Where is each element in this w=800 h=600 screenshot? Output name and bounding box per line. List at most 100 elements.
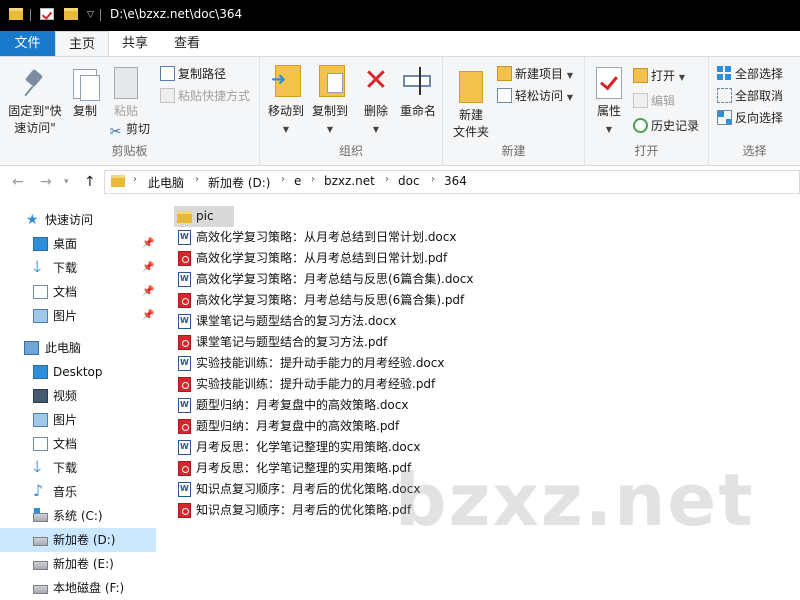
properties-quick-icon[interactable] — [40, 8, 54, 20]
nav-item-drive-f[interactable]: 本地磁盘 (F:) — [0, 576, 156, 600]
nav-item-desktop-pc[interactable]: Desktop — [0, 360, 156, 384]
computer-icon — [24, 341, 39, 355]
nav-label: 新加卷 (E:) — [53, 557, 114, 571]
breadcrumb-364[interactable]: 364 — [444, 174, 467, 188]
paste-button[interactable]: 粘贴 — [108, 67, 144, 120]
forward-arrow-icon[interactable]: → — [40, 174, 52, 190]
new-folder-quick-icon[interactable] — [64, 8, 78, 20]
pin-to-quick-access-button[interactable]: 固定到"快 速访问" — [4, 69, 66, 137]
group-open: 属性 ▼ 打开 ▼ 编辑 历史记录 打开 — [585, 57, 709, 165]
paste-shortcut-button[interactable]: 粘贴快捷方式 — [160, 86, 250, 106]
address-row: ← → ▾ ↑ › 此电脑 › 新加卷 (D:) › e › bzxz.net … — [0, 166, 800, 198]
edit-button[interactable]: 编辑 — [633, 91, 675, 111]
copy-path-button[interactable]: 复制路径 — [160, 64, 226, 84]
tab-home[interactable]: 主页 — [55, 31, 109, 56]
nav-item-drive-e[interactable]: 新加卷 (E:) — [0, 552, 156, 576]
breadcrumb-this-pc[interactable]: 此电脑 — [148, 174, 184, 191]
pin-icon[interactable]: 📌 — [142, 280, 154, 304]
address-bar[interactable]: › 此电脑 › 新加卷 (D:) › e › bzxz.net › doc › … — [104, 170, 800, 194]
nav-item-music[interactable]: ♪ 音乐 — [0, 480, 156, 504]
tab-file[interactable]: 文件 — [0, 31, 55, 56]
nav-item-downloads-pc[interactable]: 🡓 下载 — [0, 456, 156, 480]
new-item-button[interactable]: 新建项目 ▼ — [497, 64, 573, 84]
word-document-icon — [178, 272, 191, 287]
pdf-icon — [178, 251, 191, 266]
invert-selection-icon — [717, 110, 732, 125]
file-name: pic — [196, 209, 214, 223]
new-folder-button[interactable]: 新建 文件夹 — [449, 65, 493, 141]
download-arrow-icon: 🡓 — [33, 257, 42, 276]
breadcrumb-doc[interactable]: doc — [398, 174, 420, 188]
nav-item-drive-d[interactable]: 新加卷 (D:) — [0, 528, 156, 552]
desktop-icon — [33, 237, 48, 251]
file-name: 月考反思：化学笔记整理的实用策略.pdf — [196, 461, 412, 475]
breadcrumb-drive-d[interactable]: 新加卷 (D:) — [208, 174, 270, 191]
nav-item-pictures-pc[interactable]: 图片 — [0, 408, 156, 432]
chevron-right-icon[interactable]: › — [311, 174, 315, 185]
folder-icon — [111, 175, 125, 187]
tab-share[interactable]: 共享 — [109, 31, 161, 56]
delete-button[interactable]: ✕ 删除 ▼ — [358, 65, 394, 138]
breadcrumb-bzxz[interactable]: bzxz.net — [324, 174, 375, 188]
pdf-icon — [178, 293, 191, 308]
nav-this-pc[interactable]: 此电脑 — [0, 336, 156, 360]
pin-icon[interactable]: 📌 — [142, 256, 154, 280]
breadcrumb-e[interactable]: e — [294, 174, 301, 188]
pdf-icon — [178, 335, 191, 350]
group-select: 全部选择 全部取消 反向选择 选择 — [709, 57, 800, 165]
file-name: 实验技能训练：提升动手能力的月考经验.pdf — [196, 377, 436, 391]
chevron-right-icon[interactable]: › — [281, 174, 285, 185]
rename-icon — [403, 65, 433, 99]
nav-item-videos[interactable]: 视频 — [0, 384, 156, 408]
select-all-button[interactable]: 全部选择 — [717, 64, 783, 84]
nav-item-desktop[interactable]: 桌面 📌 — [0, 232, 156, 256]
group-organize: 移动到 ▼ 复制到 ▼ ✕ 删除 ▼ 重命名 组织 — [260, 57, 443, 165]
nav-item-pictures[interactable]: 图片 📌 — [0, 304, 156, 328]
easy-access-button[interactable]: 轻松访问 ▼ — [497, 86, 573, 106]
nav-item-downloads[interactable]: 🡓 下载 📌 — [0, 256, 156, 280]
back-arrow-icon[interactable]: ← — [12, 174, 24, 190]
nav-item-documents-pc[interactable]: 文档 — [0, 432, 156, 456]
invert-selection-button[interactable]: 反向选择 — [717, 108, 783, 128]
copy-path-label: 复制路径 — [178, 67, 227, 81]
open-button[interactable]: 打开 ▼ — [633, 66, 685, 86]
file-name: 知识点复习顺序：月考后的优化策略.pdf — [196, 503, 412, 517]
nav-item-drive-c[interactable]: 系统 (C:) — [0, 504, 156, 528]
word-document-icon — [178, 230, 191, 245]
chevron-right-icon[interactable]: › — [195, 174, 199, 185]
dropdown-caret-icon: ▼ — [372, 125, 380, 134]
dropdown-caret-icon: ▼ — [326, 125, 334, 134]
copy-button[interactable]: 复制 — [68, 69, 102, 120]
cut-button[interactable]: ✂ 剪切 — [108, 119, 150, 140]
recent-locations-chevron-icon[interactable]: ▾ — [64, 177, 69, 187]
drive-icon — [33, 537, 48, 546]
nav-quick-access[interactable]: ★ 快速访问 — [0, 208, 156, 232]
history-button[interactable]: 历史记录 — [633, 116, 699, 136]
easy-access-label: 轻松访问 — [515, 89, 564, 103]
file-row-folder[interactable]: pic — [174, 206, 234, 227]
rename-button[interactable]: 重命名 — [396, 65, 440, 120]
nav-label: 图片 — [53, 413, 78, 427]
customize-quick-access-icon[interactable]: ▽ — [87, 10, 94, 20]
nav-item-documents[interactable]: 文档 📌 — [0, 280, 156, 304]
watermark: bzxz.net — [395, 458, 755, 542]
divider — [30, 9, 31, 21]
chevron-right-icon[interactable]: › — [133, 174, 137, 185]
copy-to-button[interactable]: 复制到 ▼ — [308, 65, 352, 138]
move-to-button[interactable]: 移动到 ▼ — [264, 65, 308, 138]
chevron-right-icon[interactable]: › — [385, 174, 389, 185]
tab-view[interactable]: 查看 — [161, 31, 213, 56]
pdf-icon — [178, 503, 191, 518]
video-icon — [33, 389, 48, 403]
open-icon — [633, 68, 648, 83]
chevron-right-icon[interactable]: › — [431, 174, 435, 185]
select-none-button[interactable]: 全部取消 — [717, 86, 783, 106]
word-document-icon — [178, 440, 191, 455]
file-name: 高效化学复习策略：月考总结与反思(6篇合集).pdf — [196, 293, 465, 307]
properties-button[interactable]: 属性 ▼ — [589, 67, 629, 138]
up-arrow-icon[interactable]: ↑ — [84, 174, 96, 190]
pin-icon[interactable]: 📌 — [142, 304, 154, 328]
file-name: 课堂笔记与题型结合的复习方法.pdf — [196, 335, 388, 349]
download-arrow-icon: 🡓 — [33, 457, 42, 476]
pin-icon[interactable]: 📌 — [142, 232, 154, 256]
